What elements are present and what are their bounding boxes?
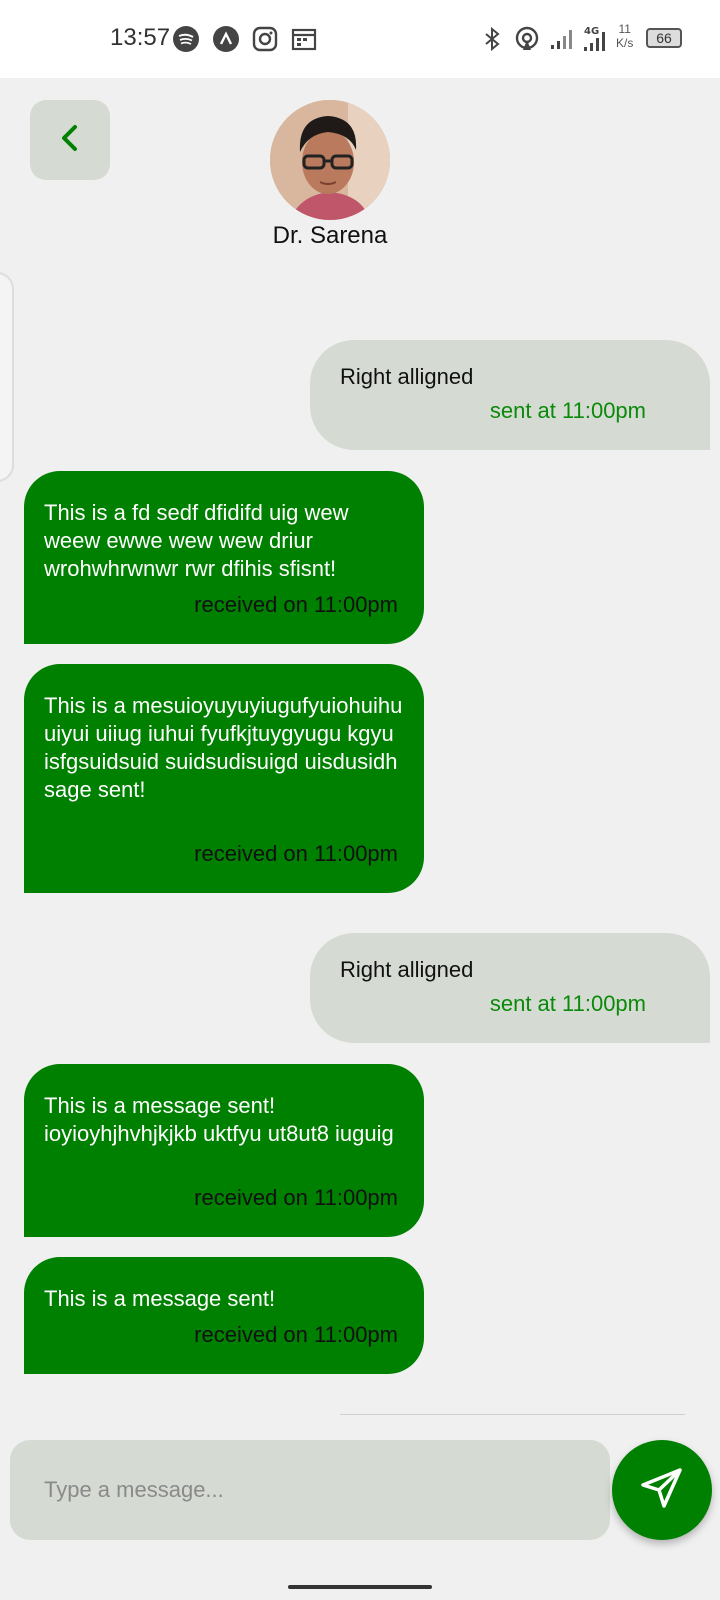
chevron-left-icon bbox=[58, 123, 82, 158]
send-icon bbox=[638, 1464, 686, 1517]
message-text: This is a fd sedf dfidifd uig wew weew e… bbox=[44, 500, 349, 581]
message-composer bbox=[10, 1440, 610, 1540]
status-time: 13:57 bbox=[110, 24, 171, 51]
send-button[interactable] bbox=[612, 1440, 712, 1540]
message-received: This is a fd sedf dfidifd uig wew weew e… bbox=[24, 471, 424, 644]
status-bar: 13:57 4G 11 K/s 66 bbox=[0, 0, 720, 78]
message-text: This is a message sent! ioyioyhjhvhjkjkb… bbox=[44, 1093, 394, 1146]
message-text: This is a mesuioyuyuyiugufyuiohuihu uiyu… bbox=[44, 693, 403, 802]
message-timestamp: sent at 11:00pm bbox=[489, 991, 646, 1016]
avatar[interactable] bbox=[270, 100, 390, 220]
message-timestamp: sent at 11:00pm bbox=[489, 398, 646, 423]
signal-4g-icon: 4G bbox=[582, 25, 612, 53]
back-button[interactable] bbox=[30, 100, 110, 180]
message-timestamp: received on 11:00pm bbox=[194, 592, 398, 617]
side-drawer-handle[interactable] bbox=[0, 272, 14, 482]
avatar-image bbox=[270, 100, 390, 220]
signal-icon bbox=[548, 25, 578, 53]
speed-unit: K/s bbox=[616, 36, 634, 50]
message-text: This is a message sent! bbox=[44, 1286, 276, 1311]
message-timestamp: received on 11:00pm bbox=[194, 841, 398, 866]
hotspot-icon bbox=[513, 25, 541, 53]
calendar-icon bbox=[290, 25, 318, 53]
scroll-divider bbox=[340, 1414, 685, 1415]
bluetooth-icon bbox=[478, 25, 506, 53]
spotify-icon bbox=[172, 25, 200, 53]
message-sent: Right alligned sent at 11:00pm bbox=[310, 340, 710, 450]
message-text: Right alligned bbox=[340, 957, 474, 982]
svg-text:4G: 4G bbox=[584, 26, 599, 37]
message-received: This is a message sent! ioyioyhjhvhjkjkb… bbox=[24, 1064, 424, 1237]
app-icon bbox=[212, 25, 240, 53]
message-sent: Right alligned sent at 11:00pm bbox=[310, 933, 710, 1043]
contact-name: Dr. Sarena bbox=[272, 222, 388, 249]
message-timestamp: received on 11:00pm bbox=[194, 1322, 398, 1347]
instagram-icon bbox=[251, 25, 279, 53]
home-indicator[interactable] bbox=[288, 1585, 432, 1589]
message-timestamp: received on 11:00pm bbox=[194, 1185, 398, 1210]
message-received: This is a message sent! received on 11:0… bbox=[24, 1257, 424, 1374]
battery-level: 66 bbox=[656, 30, 672, 46]
battery-indicator: 66 bbox=[646, 28, 682, 48]
message-received: This is a mesuioyuyuyiugufyuiohuihu uiyu… bbox=[24, 664, 424, 893]
message-text: Right alligned bbox=[340, 364, 474, 389]
speed-value: 11 bbox=[618, 22, 631, 36]
message-input[interactable] bbox=[10, 1440, 610, 1540]
network-speed: 11 K/s bbox=[616, 22, 633, 50]
